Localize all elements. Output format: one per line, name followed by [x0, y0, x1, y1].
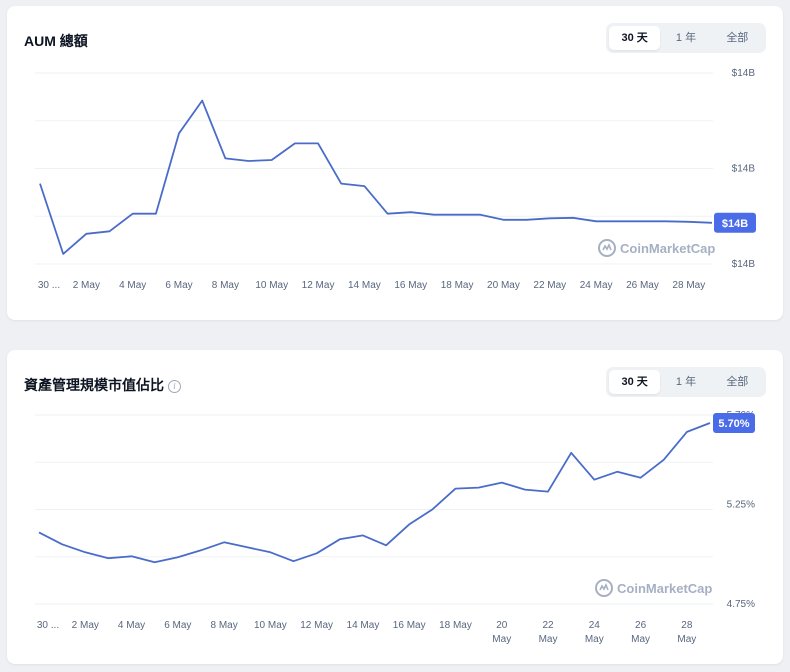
watermark-text: CoinMarketCap — [620, 241, 715, 256]
x-tick-label: 14 May — [347, 620, 380, 631]
x-tick-label: 26 May — [626, 280, 659, 291]
x-tick-label: 4 May — [118, 620, 145, 631]
x-tick-label: 8 May — [212, 280, 239, 291]
x-tick-label: 24 May — [580, 280, 613, 291]
x-tick-label: May — [539, 634, 558, 645]
aum-total-card: AUM 總額 30 天 1 年 全部 $14B $14B $14B 30 ... 2 M… — [7, 6, 783, 320]
y-tick-label: $14B — [732, 68, 756, 79]
x-tick-label: 22 — [542, 620, 554, 631]
x-tick-label: May — [677, 634, 696, 645]
share-line-chart[interactable]: 5.70% 5.25% 4.75% 30 ... 2 May 4 May 6 May 8 Ma… — [7, 350, 783, 664]
x-tick-label: 8 May — [210, 620, 237, 631]
x-tick-label: 12 May — [300, 620, 333, 631]
aum-market-share-card: 資產管理規模市值佔比i 30 天 1 年 全部 5.70%5.25%4.75%3… — [7, 350, 783, 664]
series-line[interactable] — [38, 422, 711, 564]
x-tick-label: 20 — [496, 620, 508, 631]
y-tick-label: 5.25% — [727, 500, 755, 511]
x-tick-label: 18 May — [441, 280, 474, 291]
x-tick-label: May — [631, 634, 650, 645]
y-tick-label: 4.75% — [727, 599, 755, 610]
badge-text: $14B — [722, 218, 748, 230]
x-tick-label: 10 May — [255, 280, 288, 291]
x-tick-label: 4 May — [119, 280, 146, 291]
y-tick-label: $14B — [732, 259, 756, 270]
watermark: CoinMarketCap — [595, 579, 712, 597]
x-tick-label: 28 — [681, 620, 693, 631]
y-tick-label: $14B — [732, 164, 756, 175]
badge-text: 5.70% — [718, 418, 749, 430]
x-tick-label: 30 ... — [38, 280, 60, 291]
series-line[interactable] — [39, 99, 713, 255]
x-tick-label: May — [492, 634, 511, 645]
watermark-mark — [599, 583, 609, 591]
x-tick-label: 10 May — [254, 620, 287, 631]
x-tick-label: 22 May — [533, 280, 566, 291]
last-value-badge: $14B — [714, 212, 756, 233]
x-tick-label: 26 — [635, 620, 647, 631]
watermark: CoinMarketCap — [598, 239, 715, 257]
x-tick-label: 12 May — [302, 280, 335, 291]
x-tick-label: 2 May — [73, 280, 100, 291]
last-value-badge: 5.70% — [713, 412, 755, 433]
x-tick-label: 16 May — [394, 280, 427, 291]
x-tick-label: May — [585, 634, 604, 645]
x-tick-label: 2 May — [72, 620, 99, 631]
x-tick-label: 24 — [589, 620, 601, 631]
x-tick-label: 20 May — [487, 280, 520, 291]
x-tick-label: 6 May — [164, 620, 191, 631]
aum-line-chart[interactable]: $14B $14B $14B 30 ... 2 May 4 May 6 May 8 May 10… — [7, 6, 783, 320]
watermark-text: CoinMarketCap — [617, 581, 712, 596]
x-tick-label: 14 May — [348, 280, 381, 291]
watermark-mark — [602, 243, 612, 251]
x-tick-label: 6 May — [165, 280, 192, 291]
x-tick-label: 18 May — [439, 620, 472, 631]
x-tick-label: 30 ... — [37, 620, 59, 631]
x-tick-label: 16 May — [393, 620, 426, 631]
x-tick-label: 28 May — [672, 280, 705, 291]
